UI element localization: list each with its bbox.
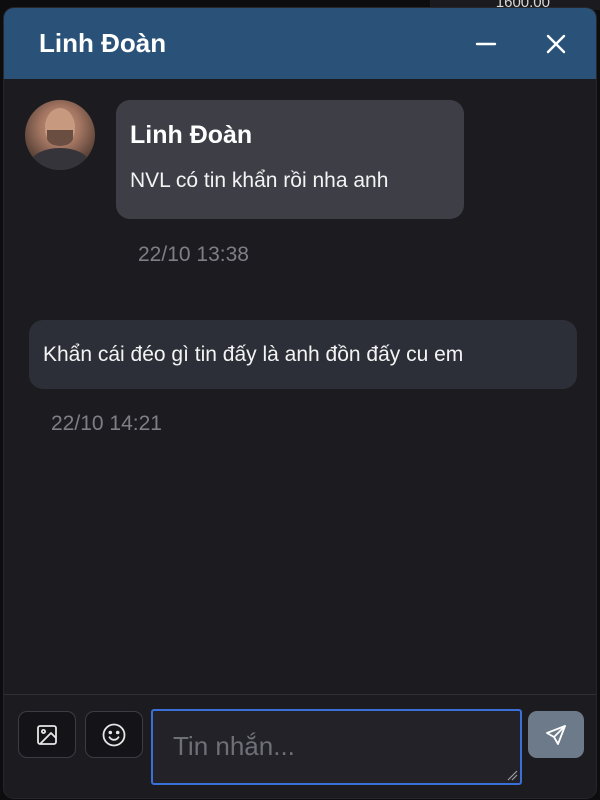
- chat-header: Linh Đoàn: [4, 8, 596, 79]
- minimize-button[interactable]: [468, 26, 504, 62]
- message-timestamp: 22/10 13:38: [138, 243, 249, 266]
- attach-image-button[interactable]: [18, 711, 76, 758]
- emoji-button[interactable]: [85, 711, 143, 758]
- chat-title: Linh Đoàn: [39, 28, 167, 58]
- message-input[interactable]: [151, 709, 522, 785]
- close-button[interactable]: [538, 26, 574, 62]
- message-text: NVL có tin khẩn rồi nha anh: [130, 169, 389, 192]
- chat-window: Linh Đoàn Linh Đoàn NVL có tin khẩn rồi …: [4, 8, 596, 798]
- message-list: Linh Đoàn NVL có tin khẩn rồi nha anh 22…: [4, 79, 596, 695]
- message-sender: Linh Đoàn: [130, 121, 253, 149]
- message-timestamp: 22/10 14:21: [51, 412, 162, 435]
- incoming-message-bubble: Linh Đoàn NVL có tin khẩn rồi nha anh: [116, 100, 464, 219]
- close-icon: [546, 34, 566, 54]
- minimize-icon: [475, 42, 497, 46]
- image-icon: [37, 724, 57, 745]
- resize-grip-icon[interactable]: [506, 769, 518, 781]
- send-button[interactable]: [528, 711, 584, 758]
- send-icon: [546, 724, 566, 745]
- emoji-icon: [102, 723, 126, 746]
- avatar[interactable]: [25, 100, 95, 170]
- message-composer: [4, 694, 596, 798]
- outgoing-message-bubble: Khẩn cái đéo gì tin đấy là anh đồn đấy c…: [29, 320, 577, 389]
